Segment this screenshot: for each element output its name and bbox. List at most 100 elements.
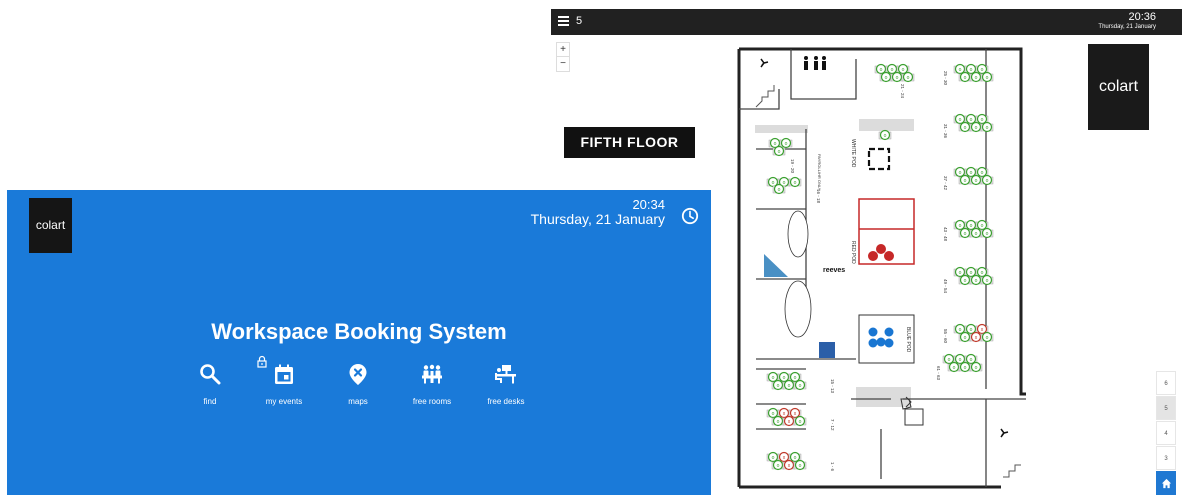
page-title: Workspace Booking System [211, 319, 507, 344]
free-desk-icon: o [980, 227, 994, 239]
free-desk-icon: o [793, 415, 807, 427]
booking-home-screen: colart 20:34 Thursday, 21 January Worksp… [7, 190, 711, 495]
svg-text:o: o [970, 357, 973, 363]
nav-find[interactable]: find [175, 361, 245, 406]
svg-text:o: o [907, 75, 910, 81]
company-logo: colart [29, 198, 72, 253]
top-bar: 5 20:36 Thursday, 21 January [551, 9, 1182, 35]
menu-icon[interactable] [558, 16, 569, 28]
svg-text:o: o [986, 178, 989, 184]
free-desk-icon: o [958, 361, 972, 373]
svg-text:o: o [970, 170, 973, 176]
svg-text:o: o [774, 141, 777, 147]
floor-label: BLUE POD [905, 327, 911, 353]
svg-text:o: o [964, 125, 967, 131]
floor-label: 16 - 18 [816, 189, 821, 204]
svg-text:o: o [975, 365, 978, 371]
svg-text:o: o [975, 278, 978, 284]
svg-text:o: o [799, 463, 802, 469]
free-desk-icon: o [879, 71, 893, 83]
nav-free-desks[interactable]: free desks [471, 361, 541, 406]
stairs-icon [1003, 464, 1021, 478]
red-pod-seat [868, 251, 878, 261]
floor-button-3[interactable]: 3 [1156, 446, 1176, 470]
free-desk-icon: o [901, 71, 915, 83]
svg-text:o: o [986, 278, 989, 284]
free-desk-icon: o [969, 71, 983, 83]
lift-icon [904, 408, 924, 426]
svg-text:o: o [772, 180, 775, 186]
free-desk-icon: o [958, 227, 972, 239]
zoom-out-button[interactable]: − [556, 56, 570, 72]
shelf-zone [856, 387, 911, 407]
svg-text:o: o [970, 223, 973, 229]
nav-my-events[interactable]: my events [249, 361, 319, 406]
svg-text:o: o [794, 180, 797, 186]
red-pod-seat [876, 244, 886, 254]
svg-text:o: o [777, 419, 780, 425]
floor-label: PAYROLL/HR ONLY [817, 154, 822, 191]
free-desk-icon: o [958, 331, 972, 343]
floor-button-6[interactable]: 6 [1156, 371, 1176, 395]
svg-text:o: o [896, 75, 899, 81]
svg-text:o: o [975, 231, 978, 237]
floor-label: 49 - 54 [943, 279, 948, 294]
home-icon [1161, 478, 1171, 488]
toilet-icon [804, 56, 808, 60]
home-button[interactable] [1156, 471, 1176, 495]
svg-text:o: o [959, 117, 962, 123]
nav-maps[interactable]: maps [323, 361, 393, 406]
free-desk-icon: o [771, 459, 785, 471]
free-desk-icon: o [980, 121, 994, 133]
free-desk-icon: o [793, 379, 807, 391]
floor-button-4[interactable]: 4 [1156, 421, 1176, 445]
floor-label: 25 - 30 [943, 71, 948, 86]
floor-button-5[interactable]: 5 [1156, 396, 1176, 420]
svg-text:o: o [970, 67, 973, 73]
free-desk-icon: o [958, 174, 972, 186]
svg-text:o: o [970, 327, 973, 333]
blue-pod-seat [884, 327, 894, 337]
interior-wall [851, 49, 1026, 487]
free-desk-icon: o [878, 129, 892, 141]
svg-text:o: o [964, 335, 967, 341]
meeting-table [787, 210, 809, 258]
clock-icon[interactable] [681, 207, 699, 225]
svg-text:o: o [772, 455, 775, 461]
map-pin-icon [349, 364, 367, 385]
free-desk-icon: o [771, 379, 785, 391]
svg-text:o: o [772, 375, 775, 381]
svg-text:o: o [964, 365, 967, 371]
svg-text:o: o [959, 67, 962, 73]
svg-text:o: o [799, 419, 802, 425]
svg-text:o: o [884, 133, 887, 139]
free-desk-icon: o [772, 145, 786, 157]
svg-text:o: o [799, 383, 802, 389]
svg-text:o: o [981, 117, 984, 123]
svg-text:o: o [885, 75, 888, 81]
svg-text:o: o [959, 170, 962, 176]
meeting-table [784, 280, 812, 338]
svg-text:o: o [794, 375, 797, 381]
svg-text:o: o [981, 223, 984, 229]
calendar-icon [275, 364, 293, 384]
free-desk-icon: o [788, 176, 802, 188]
free-desk-icon: o [969, 361, 983, 373]
free-desk-icon: o [793, 459, 807, 471]
floor-label: 31 - 36 [943, 124, 948, 139]
white-pod-outline [867, 147, 891, 171]
nav-free-desks-label: free desks [487, 397, 525, 406]
free-desk-icon: o [771, 415, 785, 427]
nav-free-rooms[interactable]: free rooms [397, 361, 467, 406]
svg-text:o: o [970, 270, 973, 276]
nav-free-rooms-label: free rooms [412, 397, 452, 406]
free-desk-icon: o [980, 331, 994, 343]
free-desk-icon: o [947, 361, 961, 373]
floor-label: 19 - 20 [790, 159, 795, 174]
svg-text:o: o [964, 178, 967, 184]
corner-block [764, 254, 788, 277]
svg-text:o: o [794, 455, 797, 461]
current-floor-number: 5 [576, 15, 583, 27]
nav-maps-label: maps [348, 397, 368, 406]
floor-label: 1 - 6 [830, 462, 835, 472]
